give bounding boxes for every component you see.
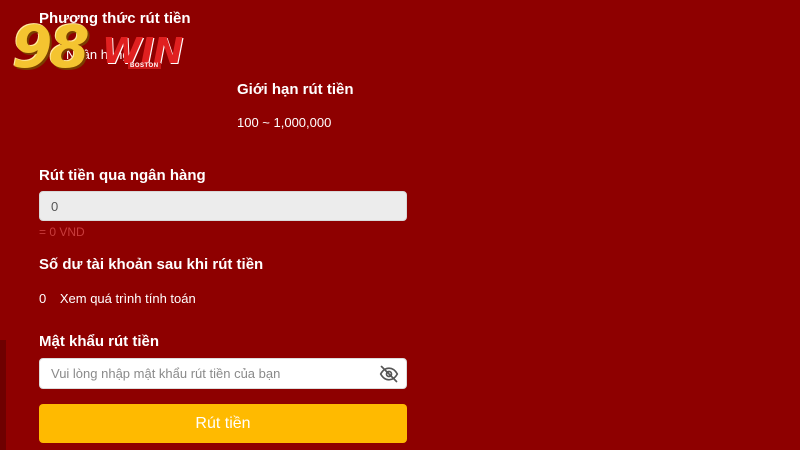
eye-off-icon[interactable] <box>379 364 399 384</box>
page-edge <box>0 340 6 450</box>
withdraw-password-field <box>39 358 407 389</box>
withdraw-limit-title: Giới hạn rút tiền <box>237 81 354 98</box>
balance-after-title: Số dư tài khoản sau khi rút tiền <box>39 256 264 273</box>
bank-withdraw-title: Rút tiền qua ngân hàng <box>39 167 206 184</box>
withdraw-password-title: Mật khẩu rút tiền <box>39 333 160 350</box>
logo-number: 98 <box>12 13 90 81</box>
amount-converted-text: = 0 VND <box>39 225 85 239</box>
withdraw-limit-value: 100 ~ 1,000,000 <box>237 115 332 130</box>
amount-input[interactable] <box>39 191 407 221</box>
logo-city: BOSTON <box>128 63 161 69</box>
brand-logo: 98 WIN BOSTON <box>12 16 184 82</box>
balance-after-value: 0 <box>39 291 47 306</box>
balance-after-row: 0 Xem quá trình tính toán <box>39 291 196 306</box>
withdraw-password-input[interactable] <box>40 359 382 388</box>
withdraw-submit-button[interactable]: Rút tiền <box>39 404 407 443</box>
view-calculation-link[interactable]: Xem quá trình tính toán <box>60 291 196 306</box>
